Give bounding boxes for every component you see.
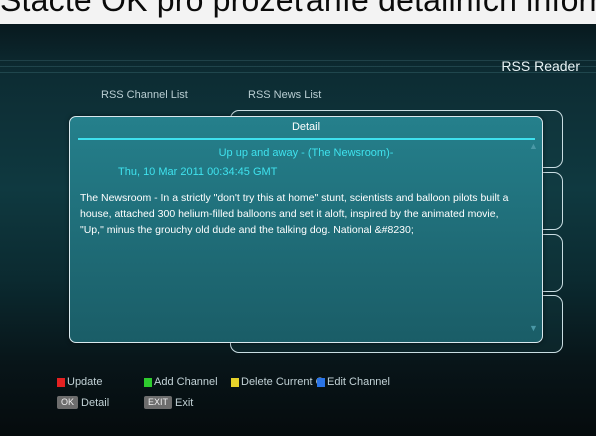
overlay-caption: Stačte OK pro prozeťaníe detailních info…: [0, 0, 596, 18]
green-key-icon: [144, 377, 152, 387]
detail-dialog: Detail Up up and away - (The Newsroom)- …: [69, 116, 543, 343]
blue-key-icon: [317, 377, 325, 387]
yellow-key-icon: [231, 377, 239, 387]
update-label: Update: [67, 376, 103, 388]
overlay-caption-band: Stačte OK pro prozeťaníe detailních info…: [0, 0, 596, 24]
update-button[interactable]: Update: [57, 376, 102, 388]
exit-button[interactable]: EXIT Exit: [144, 396, 193, 409]
ok-detail-button[interactable]: OK Detail: [57, 396, 109, 409]
up-arrow-icon[interactable]: ▲: [529, 141, 538, 151]
app-title: RSS Reader: [501, 58, 580, 74]
add-channel-label: Add Channel: [154, 376, 218, 388]
channel-list-header: RSS Channel List: [101, 89, 188, 101]
edit-channel-button[interactable]: Edit Channel: [317, 376, 390, 388]
news-list-header: RSS News List: [248, 89, 322, 101]
news-body: The Newsroom - In a strictly "don't try …: [80, 192, 509, 236]
red-key-icon: [57, 377, 65, 387]
title-divider: [78, 138, 535, 140]
news-date: Thu, 10 Mar 2011 00:34:45 GMT: [118, 166, 278, 178]
edit-channel-label: Edit Channel: [327, 376, 390, 388]
detail-title: Detail: [291, 121, 321, 133]
ok-detail-label: Detail: [81, 396, 110, 409]
delete-current-button[interactable]: Delete Current C: [231, 376, 324, 388]
exit-key: EXIT: [144, 396, 173, 409]
exit-label: Exit: [175, 396, 194, 409]
news-title: Up up and away - (The Newsroom)-: [218, 147, 394, 159]
ok-key: OK: [57, 396, 79, 409]
delete-current-label: Delete Current C: [241, 376, 324, 388]
add-channel-button[interactable]: Add Channel: [144, 376, 218, 388]
down-arrow-icon[interactable]: ▼: [529, 323, 538, 333]
